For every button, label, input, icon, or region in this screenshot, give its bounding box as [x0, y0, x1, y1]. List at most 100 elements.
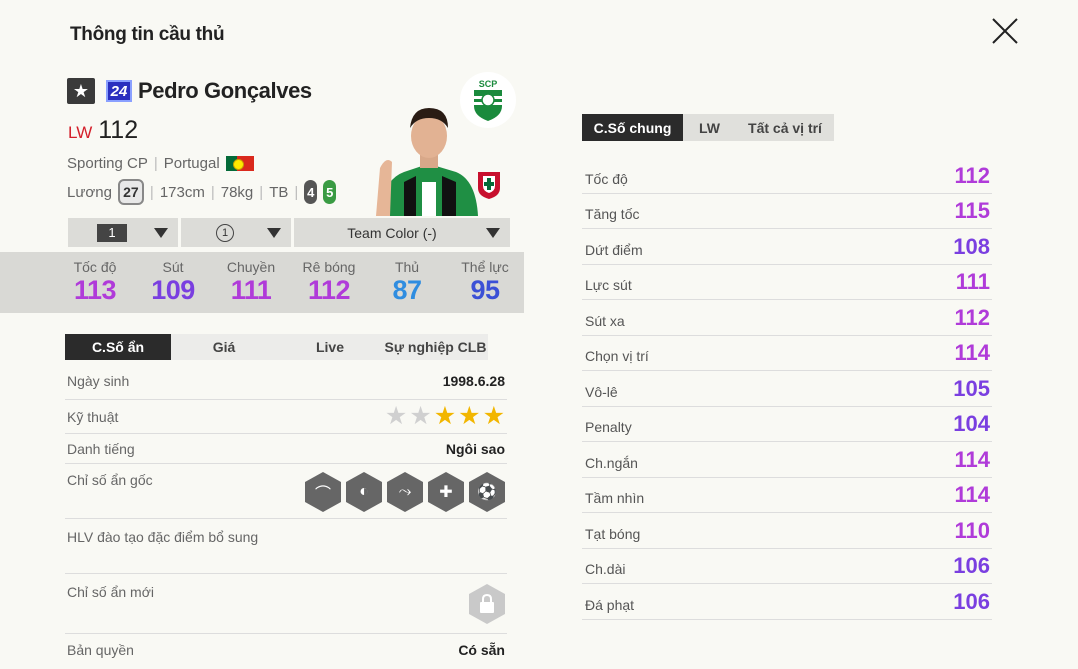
level-value: 1 — [97, 223, 127, 242]
attribute-row: Chọn vị trí 114 — [582, 336, 992, 371]
right-foot-rating: 5 — [323, 180, 337, 204]
attribute-row: Tầm nhìn 114 — [582, 478, 992, 513]
attribute-value: 106 — [953, 553, 990, 578]
physical-info-line: Lương 27 | 173cm | 78kg | TB | 4 5 — [67, 179, 337, 205]
tab-live[interactable]: Live — [277, 334, 383, 360]
team-color-dropdown[interactable]: Team Color (-) — [294, 218, 510, 247]
attribute-value: 115 — [954, 198, 991, 223]
tab-all-positions[interactable]: Tất cả vị trí — [736, 114, 834, 141]
detail-tabs: C.Số ẩn Giá Live Sự nghiệp CLB — [65, 334, 488, 360]
summary-stat: Thể lực 95 — [446, 252, 524, 313]
attribute-value: 111 — [955, 269, 990, 294]
attribute-name: Sút xa — [585, 312, 625, 329]
attribute-row: Đá phạt 106 — [582, 584, 992, 620]
summary-stat-label: Sút — [162, 259, 184, 275]
attribute-row: Lực sút 111 — [582, 265, 992, 300]
attribute-tabs: C.Số chung LW Tất cả vị trí — [582, 114, 834, 141]
salary-label: Lương — [67, 183, 112, 201]
chevron-down-icon — [267, 228, 281, 238]
tab-price[interactable]: Giá — [171, 334, 277, 360]
attribute-name: Lực sút — [585, 277, 632, 293]
attribute-value: 114 — [954, 446, 991, 472]
attribute-name: Đá phạt — [585, 596, 635, 613]
star-icon: ★ — [433, 402, 457, 430]
attribute-name: Chọn vị trí — [585, 348, 649, 364]
level-dropdown[interactable]: 1 — [68, 218, 178, 247]
tab-hidden-stats[interactable]: C.Số ẩn — [65, 334, 171, 360]
attribute-name: Tốc độ — [585, 170, 628, 187]
skill-stars: ★ ★ ★ ★ ★ — [385, 404, 505, 429]
coach-traits-row: HLV đào tạo đặc điểm bổ sung — [65, 519, 507, 574]
favorite-star-icon[interactable]: ★ — [67, 78, 95, 104]
attribute-row: Penalty 104 — [582, 407, 992, 442]
reputation-value: Ngôi sao — [445, 440, 505, 457]
attribute-name: Ch.dài — [585, 561, 626, 577]
summary-stat: Tốc độ 113 — [56, 252, 134, 313]
attribute-value: 108 — [953, 233, 990, 259]
attribute-row: Ch.dài 106 — [582, 549, 992, 584]
trait-injury-prone-icon[interactable]: ✚ — [428, 472, 464, 512]
attribute-value: 112 — [954, 304, 991, 330]
lock-icon[interactable] — [469, 584, 505, 624]
trait-flair-icon[interactable]: ◐ — [346, 472, 382, 512]
portugal-crest-icon — [478, 172, 500, 199]
player-name: Pedro Gonçalves — [138, 78, 312, 103]
star-icon: ★ — [482, 402, 505, 430]
traits-row: Chỉ số ẩn gốc ⌒ ◐ ⤳ ✚ ⚽ — [65, 464, 507, 519]
tab-general-stats[interactable]: C.Số chung — [582, 114, 683, 141]
club-nation-line: Sporting CP | Portugal — [67, 155, 254, 172]
position-ovr: LW 112 — [68, 116, 138, 145]
reputation-label: Danh tiếng — [67, 440, 135, 457]
attribute-value: 110 — [954, 517, 991, 543]
attribute-value: 112 — [954, 162, 991, 188]
attribute-name: Tăng tốc — [585, 206, 640, 222]
nation-name: Portugal — [163, 155, 220, 172]
attribute-row: Ch.ngắn 114 — [582, 442, 992, 478]
reputation-row: Danh tiếng Ngôi sao — [65, 434, 507, 464]
trait-speed-dribbler-icon[interactable]: ⚽ — [469, 472, 505, 512]
attribute-name: Vô-lê — [585, 383, 618, 400]
attribute-row: Tạt bóng 110 — [582, 513, 992, 549]
club-logo-text: SCP — [479, 79, 498, 89]
height: 173cm — [159, 183, 205, 201]
trait-playmaker-icon[interactable]: ⤳ — [387, 472, 423, 512]
attribute-name: Penalty — [585, 419, 632, 435]
birth-value: 1998.6.28 — [442, 372, 505, 389]
attribute-row: Vô-lê 105 — [582, 371, 992, 407]
club-name: Sporting CP — [67, 155, 148, 172]
grade-value: 1 — [216, 223, 234, 242]
traits-list: ⌒ ◐ ⤳ ✚ ⚽ — [305, 472, 505, 518]
season-badge: 24 — [106, 80, 132, 102]
player-photo — [376, 108, 478, 216]
license-value: Có sẵn — [458, 642, 505, 658]
attribute-list: Tốc độ 112 Tăng tốc 115 Dứt điểm 108 Lực sút 11… — [582, 158, 992, 620]
detail-list: Ngày sinh 1998.6.28 Kỹ thuật ★ ★ ★ ★ ★ Danh … — [65, 362, 507, 666]
summary-stat-value: 109 — [151, 275, 195, 305]
page-title: Thông tin cầu thủ — [70, 24, 225, 45]
skill-row: Kỹ thuật ★ ★ ★ ★ ★ — [65, 400, 507, 434]
attribute-row: Tốc độ 112 — [582, 158, 992, 194]
summary-stat: Sút 109 — [134, 252, 212, 313]
trait-finesse-shot-icon[interactable]: ⌒ — [305, 472, 341, 512]
attribute-name: Dứt điểm — [585, 241, 643, 258]
summary-stat-value: 87 — [392, 275, 422, 305]
star-icon: ★ — [409, 402, 432, 430]
body-type: TB — [269, 183, 289, 201]
summary-stat: Rê bóng 112 — [290, 252, 368, 313]
skill-label: Kỹ thuật — [67, 408, 119, 425]
star-icon: ★ — [384, 402, 408, 430]
attribute-value: 105 — [953, 375, 990, 401]
left-foot-rating: 4 — [304, 180, 318, 204]
summary-stat-value: 95 — [470, 275, 500, 305]
summary-stat: Chuyền 111 — [212, 252, 290, 313]
new-traits-label: Chỉ số ẩn mới — [67, 584, 154, 600]
close-icon[interactable] — [990, 16, 1020, 46]
summary-stat: Thủ 87 — [368, 252, 446, 313]
attribute-row: Dứt điểm 108 — [582, 229, 992, 265]
tab-position-lw[interactable]: LW — [683, 114, 736, 141]
attribute-row: Tăng tốc 115 — [582, 194, 992, 229]
tab-club-career[interactable]: Sự nghiệp CLB — [383, 334, 488, 360]
attribute-name: Tầm nhìn — [585, 490, 645, 506]
star-icon: ★ — [458, 402, 481, 430]
grade-dropdown[interactable]: 1 — [181, 218, 291, 247]
